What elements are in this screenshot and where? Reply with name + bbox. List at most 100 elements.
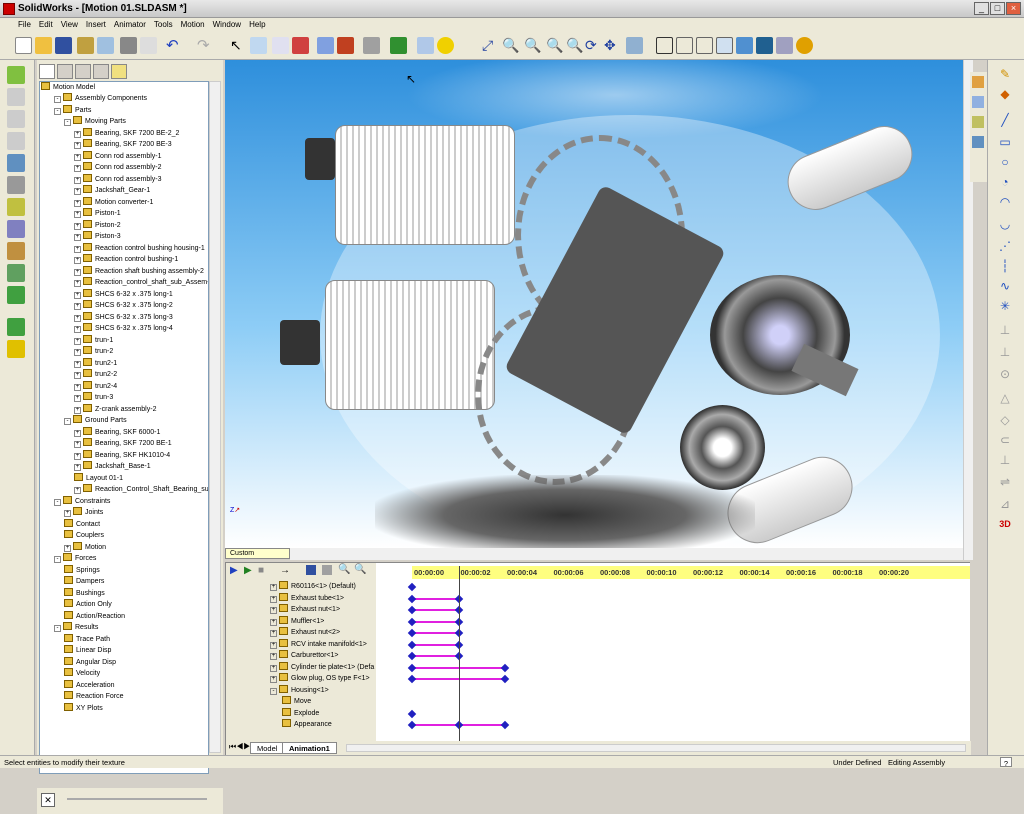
smart-fastener-icon[interactable] <box>7 176 25 194</box>
expand-toggle-icon[interactable]: - <box>54 625 61 632</box>
menu-tools[interactable]: Tools <box>150 18 177 32</box>
tree-item[interactable]: + SHCS 6-32 x .375 long-3 <box>74 311 173 323</box>
extend-icon[interactable]: ⊥ <box>996 344 1014 361</box>
tree-item[interactable]: + Joints <box>64 507 103 518</box>
expand-toggle-icon[interactable]: + <box>74 222 81 230</box>
print-preview-icon[interactable] <box>140 37 157 54</box>
tab-animation1[interactable]: Animation1 <box>282 742 337 754</box>
animator-tree-item[interactable]: + Exhaust nut<1> <box>270 604 340 615</box>
expand-toggle-icon[interactable]: + <box>270 653 277 660</box>
tree-item[interactable]: + Bearing, SKF 7200 BE-2_2 <box>74 127 179 139</box>
home-icon[interactable] <box>972 76 984 88</box>
properties-icon[interactable] <box>417 37 434 54</box>
print-icon[interactable] <box>120 37 137 54</box>
centerline-icon[interactable]: ⋰ <box>996 238 1014 255</box>
expand-toggle-icon[interactable]: + <box>74 303 81 310</box>
playback-mode-icon[interactable]: → <box>280 565 290 576</box>
expand-toggle-icon[interactable]: + <box>74 199 81 207</box>
tree-item[interactable]: Bushings <box>64 587 105 599</box>
zoom-area-icon[interactable]: 🔍 <box>502 37 519 54</box>
menu-animator[interactable]: Animator <box>110 18 150 32</box>
expand-toggle-icon[interactable]: + <box>74 383 81 391</box>
feature-icon[interactable] <box>7 242 25 260</box>
trim-icon[interactable]: ⊥ <box>996 322 1014 339</box>
tangent-arc-icon[interactable]: ◠ <box>996 194 1014 211</box>
appearance-icon[interactable] <box>972 136 984 148</box>
key-point[interactable] <box>407 709 417 718</box>
tree-item[interactable]: + Piston-2 <box>74 219 121 231</box>
expand-toggle-icon[interactable]: + <box>74 314 81 322</box>
animator-tree-item[interactable]: + R60116<1> (Default) <box>270 581 356 592</box>
rectangle-icon[interactable]: ▭ <box>996 134 1014 151</box>
expand-toggle-icon[interactable]: + <box>270 618 277 626</box>
hidden-lines-visible-icon[interactable] <box>676 37 693 54</box>
insert-component-icon[interactable] <box>7 88 25 106</box>
undo-icon[interactable]: ↶ <box>166 37 183 54</box>
tree-item[interactable]: + Bearing, SKF 6000-1 <box>74 426 160 438</box>
tree-item[interactable]: Trace Path <box>64 633 110 645</box>
expand-toggle-icon[interactable]: + <box>270 595 277 603</box>
tab-feature-manager-icon[interactable] <box>39 64 55 79</box>
view-orientation-icon[interactable] <box>626 37 643 54</box>
move-entities-icon[interactable]: ◇ <box>996 412 1014 429</box>
expand-toggle-icon[interactable]: + <box>74 176 81 184</box>
timeline-horizontal-scrollbar[interactable] <box>346 744 966 752</box>
mirror-icon[interactable]: △ <box>996 390 1014 407</box>
new-document-icon[interactable] <box>15 37 32 54</box>
tree-item[interactable]: Action Only <box>64 599 112 610</box>
animation-track-bar[interactable] <box>412 620 459 623</box>
tree-item[interactable]: + Jackshaft_Gear-1 <box>74 185 150 196</box>
spline-icon[interactable]: ∿ <box>996 278 1014 295</box>
expand-toggle-icon[interactable]: + <box>64 510 71 517</box>
expand-toggle-icon[interactable]: + <box>74 257 81 264</box>
select-arrow-icon[interactable]: ↖ <box>230 37 247 54</box>
zoom-timeline-out-icon[interactable]: 🔍 <box>354 564 366 575</box>
save-animation-icon[interactable] <box>306 565 316 575</box>
tree-item[interactable]: + trun-3 <box>74 392 113 403</box>
expand-toggle-icon[interactable]: + <box>74 211 81 218</box>
tree-item[interactable]: Layout 01-1 <box>74 472 123 484</box>
tree-item[interactable]: Contact <box>64 518 100 530</box>
tree-item[interactable]: Angular Disp <box>64 656 116 668</box>
time-ruler[interactable]: 00:00:00 00:00:02 00:00:04 00:00:06 00:00:08… <box>412 566 970 579</box>
zoom-timeline-in-icon[interactable]: 🔍 <box>338 564 350 575</box>
key-point[interactable] <box>500 674 510 684</box>
physical-dynamics-icon[interactable] <box>7 286 25 304</box>
menu-insert[interactable]: Insert <box>82 18 110 32</box>
expand-toggle-icon[interactable]: + <box>270 584 277 591</box>
fillet-icon[interactable]: ⊿ <box>996 496 1014 513</box>
expand-toggle-icon[interactable]: + <box>74 406 81 414</box>
tree-item[interactable]: + trun-1 <box>74 334 113 346</box>
expand-toggle-icon[interactable]: + <box>74 234 81 241</box>
rotate-view-icon[interactable]: ⟳ <box>585 37 602 54</box>
expand-toggle-icon[interactable]: + <box>74 360 81 368</box>
expand-toggle-icon[interactable]: - <box>270 687 277 695</box>
key-point[interactable] <box>407 651 417 661</box>
animator-tree-item[interactable]: + Glow plug, OS type F<1> <box>270 673 370 684</box>
simulation-icon[interactable] <box>7 264 25 282</box>
mate-icon[interactable] <box>7 154 25 172</box>
tree-item[interactable]: + trun2-4 <box>74 380 117 392</box>
tree-item[interactable]: + Motion converter-1 <box>74 196 153 208</box>
tree-item[interactable]: Couplers <box>64 530 104 541</box>
redo-icon[interactable]: ↷ <box>197 37 214 54</box>
expand-toggle-icon[interactable]: + <box>64 544 71 552</box>
animation-track-bar[interactable] <box>412 632 459 634</box>
expand-toggle-icon[interactable]: + <box>270 641 277 649</box>
traffic-light-icon[interactable] <box>292 37 309 54</box>
relations-icon[interactable]: ⊥ <box>996 452 1014 469</box>
tree-item[interactable]: Dampers <box>64 576 104 587</box>
animator-tree-item[interactable]: Appearance <box>282 719 332 730</box>
tree-item[interactable]: Linear Disp <box>64 645 111 656</box>
tab-dimxpert-icon[interactable] <box>93 64 109 79</box>
tree-item[interactable]: + Bearing, SKF 7200 BE-1 <box>74 438 172 449</box>
pan-icon[interactable]: ✥ <box>604 37 621 54</box>
tree-item[interactable]: + Reaction control bushing housing-1 <box>74 242 205 254</box>
animation-track-bar[interactable] <box>412 643 459 646</box>
minimize-button[interactable]: _ <box>974 2 989 15</box>
shaded-icon[interactable] <box>736 37 753 54</box>
expand-toggle-icon[interactable]: + <box>270 630 277 637</box>
menu-window[interactable]: Window <box>209 18 245 32</box>
move-component-icon[interactable] <box>7 132 25 150</box>
expand-toggle-icon[interactable]: - <box>54 556 61 563</box>
